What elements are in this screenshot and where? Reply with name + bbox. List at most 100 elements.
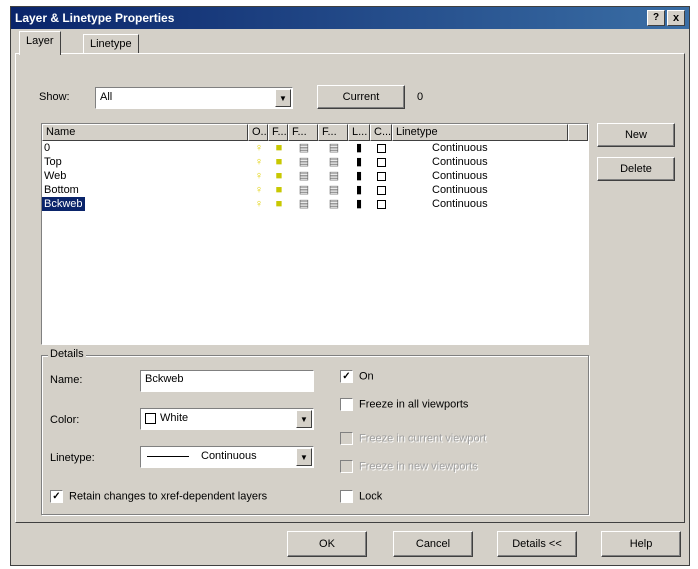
color-name: White — [160, 412, 189, 424]
freeze-viewport-icon[interactable]: ▤ — [297, 141, 311, 155]
unlocked-padlock-icon[interactable]: ▮ — [352, 183, 366, 197]
linetype-sample-icon — [147, 456, 189, 457]
freeze-new-viewports-checkbox: Freeze in new viewports — [340, 460, 478, 473]
freeze-viewport-icon[interactable]: ▤ — [327, 183, 341, 197]
color-swatch-icon — [145, 412, 156, 424]
layer-list[interactable]: Name O... F... F... F... L... C... Linet… — [41, 123, 589, 345]
column-header-freeze[interactable]: F... — [268, 124, 288, 141]
freeze-viewport-icon[interactable]: ▤ — [327, 169, 341, 183]
freeze-current-viewport-checkbox: Freeze in current viewport — [340, 432, 486, 445]
retain-xref-checkbox[interactable]: ✓ Retain changes to xref-dependent layers — [50, 490, 267, 503]
layer-name: 0 — [44, 142, 51, 154]
sun-icon[interactable]: ■ — [272, 197, 286, 211]
linetype-label: Linetype: — [50, 452, 95, 464]
lightbulb-icon[interactable]: ♀ — [252, 183, 266, 197]
details-group: Details Name: Bckweb Color: White ▼ Line… — [41, 348, 589, 515]
column-header-freeze-current[interactable]: F... — [288, 124, 318, 141]
name-label: Name: — [50, 374, 83, 386]
sun-icon[interactable]: ■ — [272, 141, 286, 155]
sun-icon[interactable]: ■ — [272, 155, 286, 169]
show-value: All — [100, 91, 113, 103]
delete-layer-button[interactable]: Delete — [597, 157, 675, 181]
layer-linetype: Continuous — [432, 170, 488, 182]
ok-button[interactable]: OK — [287, 531, 367, 557]
freeze-viewport-icon[interactable]: ▤ — [297, 197, 311, 211]
close-button[interactable]: x — [667, 10, 685, 26]
column-header-freeze-new[interactable]: F... — [318, 124, 348, 141]
color-swatch-icon[interactable] — [374, 155, 388, 169]
freeze-viewport-icon[interactable]: ▤ — [327, 197, 341, 211]
column-header-name[interactable]: Name — [42, 124, 248, 141]
retain-xref-label: Retain changes to xref-dependent layers — [69, 490, 268, 503]
tab-linetype[interactable]: Linetype — [83, 34, 139, 54]
freeze-viewport-icon[interactable]: ▤ — [297, 183, 311, 197]
checkbox-box — [340, 460, 353, 473]
layer-row[interactable]: Top ♀ ■ ▤ ▤ ▮ Continuous — [42, 155, 582, 169]
lightbulb-icon[interactable]: ♀ — [252, 169, 266, 183]
help-button[interactable]: Help — [601, 531, 681, 557]
help-title-button[interactable]: ? — [647, 10, 665, 26]
color-swatch-icon[interactable] — [374, 197, 388, 211]
unlocked-padlock-icon[interactable]: ▮ — [352, 155, 366, 169]
layer-row[interactable]: 0 ♀ ■ ▤ ▤ ▮ Continuous — [42, 141, 582, 155]
freeze-viewport-icon[interactable]: ▤ — [297, 169, 311, 183]
details-legend: Details — [48, 348, 86, 360]
current-button[interactable]: Current — [317, 85, 405, 109]
cancel-button[interactable]: Cancel — [393, 531, 473, 557]
layer-name: Bckweb — [42, 196, 86, 212]
new-layer-button[interactable]: New — [597, 123, 675, 147]
lightbulb-icon[interactable]: ♀ — [252, 155, 266, 169]
freeze-viewport-icon[interactable]: ▤ — [297, 155, 311, 169]
unlocked-padlock-icon[interactable]: ▮ — [352, 169, 366, 183]
sun-icon[interactable]: ■ — [272, 183, 286, 197]
lightbulb-icon[interactable]: ♀ — [252, 141, 266, 155]
freeze-all-label: Freeze in all viewports — [359, 398, 469, 411]
current-layer-value: 0 — [417, 91, 424, 103]
title-bar[interactable]: Layer & Linetype Properties ? x — [11, 7, 689, 29]
show-label: Show: — [39, 91, 70, 103]
layer-name-field[interactable]: Bckweb — [140, 370, 314, 392]
color-dropdown[interactable]: White ▼ — [140, 408, 314, 430]
unlocked-padlock-icon[interactable]: ▮ — [352, 197, 366, 211]
layer-linetype: Continuous — [432, 198, 488, 210]
layer-row[interactable]: Bottom ♀ ■ ▤ ▤ ▮ Continuous — [42, 183, 582, 197]
checkbox-box[interactable] — [340, 398, 353, 411]
color-swatch-icon[interactable] — [374, 169, 388, 183]
freeze-all-viewports-checkbox[interactable]: Freeze in all viewports — [340, 398, 468, 411]
linetype-dropdown[interactable]: Continuous ▼ — [140, 446, 314, 468]
color-label: Color: — [50, 414, 80, 426]
checkmark-icon[interactable]: ✓ — [340, 370, 353, 383]
layer-linetype: Continuous — [432, 156, 488, 168]
checkbox-box — [340, 432, 353, 445]
layer-row[interactable]: Web ♀ ■ ▤ ▤ ▮ Continuous — [42, 169, 582, 183]
checkbox-box[interactable] — [340, 490, 353, 503]
lock-checkbox[interactable]: Lock — [340, 490, 382, 503]
chevron-down-icon[interactable]: ▼ — [296, 410, 312, 428]
tab-layer[interactable]: Layer — [19, 31, 61, 55]
lightbulb-icon[interactable]: ♀ — [252, 197, 266, 211]
on-checkbox[interactable]: ✓ On — [340, 370, 374, 383]
freeze-viewport-icon[interactable]: ▤ — [327, 141, 341, 155]
on-label: On — [359, 370, 374, 383]
column-header-lock[interactable]: L... — [348, 124, 370, 141]
chevron-down-icon[interactable]: ▼ — [296, 448, 312, 466]
show-dropdown[interactable]: All ▼ — [95, 87, 293, 109]
checkmark-icon[interactable]: ✓ — [50, 490, 63, 503]
column-header-linetype[interactable]: Linetype — [392, 124, 568, 141]
column-header-on[interactable]: O... — [248, 124, 268, 141]
layer-linetype: Continuous — [432, 184, 488, 196]
freeze-current-label: Freeze in current viewport — [359, 432, 487, 445]
lock-label: Lock — [359, 490, 383, 503]
color-swatch-icon[interactable] — [374, 141, 388, 155]
sun-icon[interactable]: ■ — [272, 169, 286, 183]
chevron-down-icon[interactable]: ▼ — [275, 89, 291, 107]
details-toggle-button[interactable]: Details << — [497, 531, 577, 557]
window-title: Layer & Linetype Properties — [15, 11, 175, 25]
unlocked-padlock-icon[interactable]: ▮ — [352, 141, 366, 155]
freeze-viewport-icon[interactable]: ▤ — [327, 155, 341, 169]
color-swatch-icon[interactable] — [374, 183, 388, 197]
column-header-color[interactable]: C... — [370, 124, 392, 141]
layer-row-selected[interactable]: Bckweb ♀ ■ ▤ ▤ ▮ Continuous — [42, 196, 582, 212]
freeze-new-label: Freeze in new viewports — [359, 460, 478, 473]
layer-linetype-dialog: Layer & Linetype Properties ? x Layer Li… — [10, 6, 690, 566]
